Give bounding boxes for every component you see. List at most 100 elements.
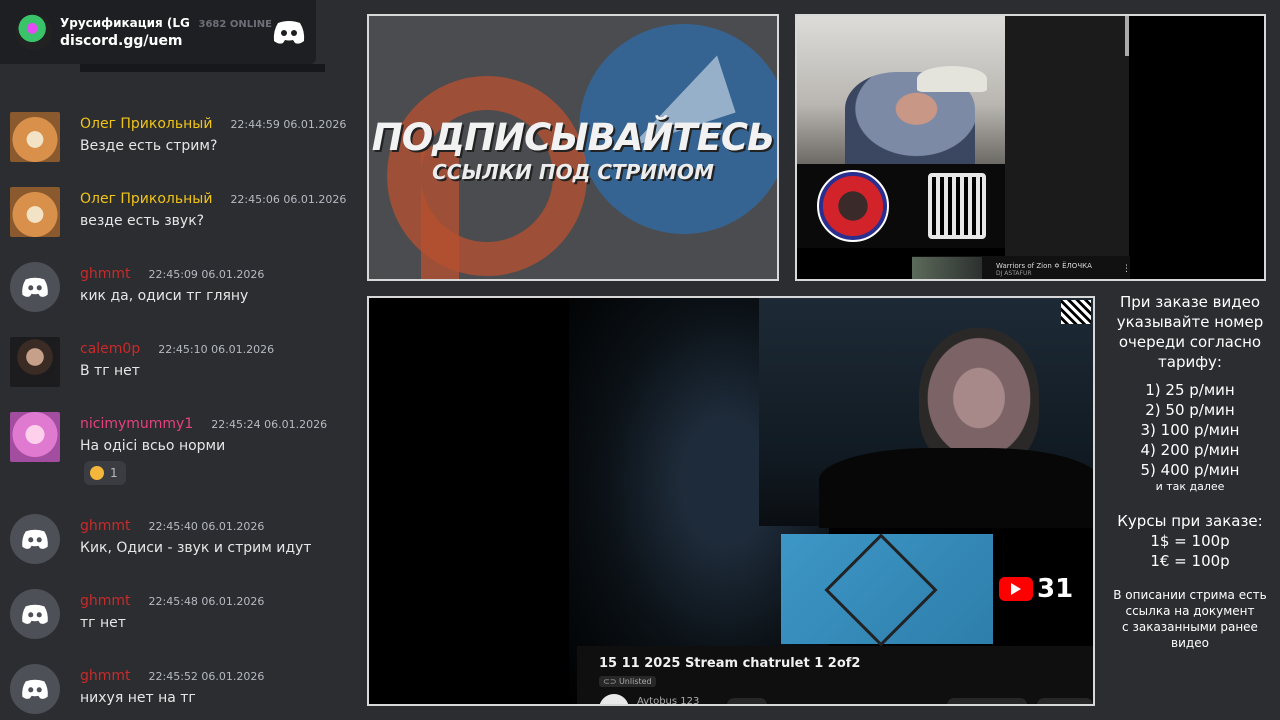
rate-item: 1€ = 100р bbox=[1150, 552, 1230, 570]
like-button[interactable] bbox=[947, 698, 1027, 704]
message-text: нихуя нет на тг bbox=[80, 690, 196, 706]
channel-name[interactable]: Avtobus 123 bbox=[637, 696, 699, 704]
tariff-item: 1) 25 р/мин bbox=[1145, 381, 1235, 399]
username[interactable]: ghmmt bbox=[80, 518, 131, 534]
message-text: кик да, одиси тг гляну bbox=[80, 288, 249, 304]
streamer-body bbox=[819, 448, 1093, 528]
tariff-item: 2) 50 р/мин bbox=[1145, 401, 1235, 419]
doc-note-line: В описании стрима есть bbox=[1113, 588, 1267, 602]
timestamp: 22:45:48 06.01.2026 bbox=[148, 595, 265, 608]
user-avatar[interactable] bbox=[10, 514, 60, 564]
username[interactable]: ghmmt bbox=[80, 668, 131, 684]
widget-divider bbox=[80, 64, 325, 72]
user-avatar[interactable] bbox=[10, 262, 60, 312]
subscribe-title: ПОДПИСЫВАЙТЕСЬ bbox=[371, 116, 775, 159]
timestamp: 22:45:24 06.01.2026 bbox=[211, 418, 328, 431]
discord-server-widget[interactable]: Урусификация (LG... 3682 ONLINE discord.… bbox=[0, 0, 316, 64]
order-heading-line: тарифу: bbox=[1158, 353, 1222, 371]
tariff-item: 3) 100 р/мин bbox=[1140, 421, 1240, 439]
timestamp: 22:44:59 06.01.2026 bbox=[230, 118, 347, 131]
tariff-item: 5) 400 р/мин bbox=[1140, 461, 1240, 479]
dark-area bbox=[1005, 16, 1129, 279]
user-avatar[interactable] bbox=[10, 589, 60, 639]
username[interactable]: Олег Прикольный bbox=[80, 191, 212, 207]
streamer-cap bbox=[917, 66, 987, 92]
doc-note-line: ссылка на документ bbox=[1125, 604, 1255, 618]
username[interactable]: ghmmt bbox=[80, 593, 131, 609]
tariff-item: 4) 200 р/мин bbox=[1140, 441, 1240, 459]
rate-item: 1$ = 100р bbox=[1150, 532, 1230, 550]
user-avatar[interactable] bbox=[10, 664, 60, 714]
chat-log: Олег Прикольный 22:44:59 06.01.2026 Везд… bbox=[0, 108, 360, 720]
qr-code-icon[interactable] bbox=[927, 173, 986, 239]
invite-link[interactable]: discord.gg/uem bbox=[60, 33, 272, 49]
message-text: Кик, Одиси - звук и стрим идут bbox=[80, 540, 312, 556]
rates-heading: Курсы при заказе: bbox=[1117, 512, 1263, 530]
youtube-subscriber-card: 31 bbox=[993, 534, 1093, 644]
username[interactable]: calem0p bbox=[80, 341, 140, 357]
share-button[interactable] bbox=[1037, 698, 1093, 704]
link-icon: ⊂⊃ bbox=[603, 677, 619, 686]
youtube-count: 31 bbox=[1037, 574, 1074, 604]
video-title[interactable]: 15 11 2025 Stream chatrulet 1 2of2 bbox=[599, 656, 860, 671]
doc-note-line: с заказанными ранее bbox=[1122, 620, 1258, 634]
order-info: При заказе видео указывайте номер очеред… bbox=[1102, 292, 1278, 651]
message-text: тг нет bbox=[80, 615, 126, 631]
doc-note-line: видео bbox=[1171, 636, 1209, 650]
more-options-icon[interactable]: ⋮ bbox=[1122, 264, 1131, 274]
order-heading-line: При заказе видео bbox=[1119, 293, 1261, 311]
song-artist: DJ ASTAFUR bbox=[996, 269, 1032, 277]
user-avatar[interactable] bbox=[10, 187, 60, 237]
discord-avatar-icon bbox=[22, 604, 48, 624]
tariff-etc: и так далее bbox=[1155, 480, 1225, 493]
order-heading-line: очереди согласно bbox=[1118, 333, 1262, 351]
timestamp: 22:45:40 06.01.2026 bbox=[148, 520, 265, 533]
server-name: Урусификация (LG... bbox=[60, 15, 191, 30]
reaction-badge[interactable]: 1 bbox=[84, 461, 126, 485]
discord-logo-icon bbox=[273, 21, 305, 44]
unlisted-badge: ⊂⊃ Unlisted bbox=[599, 676, 656, 687]
username[interactable]: ghmmt bbox=[80, 266, 131, 282]
visibility-label: Unlisted bbox=[618, 677, 652, 686]
badge-row bbox=[797, 164, 1005, 248]
video-info-bar: 15 11 2025 Stream chatrulet 1 2of2 ⊂⊃ Un… bbox=[577, 646, 1093, 704]
music-player[interactable]: Warriors of Zion ✡ ЁЛОЧКА DJ ASTAFUR ⋮ bbox=[912, 256, 1131, 279]
message-text: Везде есть стрим? bbox=[80, 138, 218, 154]
subscribe-button[interactable] bbox=[727, 698, 767, 704]
music-thumbnail bbox=[912, 257, 982, 279]
server-icon bbox=[16, 14, 52, 50]
webcam-panel: Warriors of Zion ✡ ЁЛОЧКА DJ ASTAFUR ⋮ bbox=[795, 14, 1266, 281]
user-avatar[interactable] bbox=[10, 337, 60, 387]
subscribe-subtitle: ССЫЛКИ ПОД СТРИМОМ bbox=[432, 160, 714, 184]
emoji-icon bbox=[90, 466, 104, 480]
streamer-face bbox=[919, 328, 1039, 468]
user-avatar[interactable] bbox=[10, 112, 60, 162]
discord-avatar-icon bbox=[22, 277, 48, 297]
discord-avatar-icon bbox=[22, 679, 48, 699]
message-text: везде есть звук? bbox=[80, 213, 205, 229]
server-info: Урусификация (LG... 3682 ONLINE discord.… bbox=[60, 16, 272, 49]
subscribe-banner: ПОДПИСЫВАЙТЕСЬ ССЫЛКИ ПОД СТРИМОМ bbox=[367, 14, 779, 281]
emblem-logo-icon bbox=[816, 170, 889, 242]
timestamp: 22:45:06 06.01.2026 bbox=[230, 193, 347, 206]
order-heading-line: указывайте номер bbox=[1116, 313, 1264, 331]
channel-avatar[interactable] bbox=[599, 694, 629, 704]
qr-code-icon[interactable] bbox=[1061, 300, 1091, 324]
timestamp: 22:45:10 06.01.2026 bbox=[158, 343, 275, 356]
username[interactable]: Олег Прикольный bbox=[80, 116, 212, 132]
workbench-feed bbox=[781, 533, 993, 647]
scrollbar[interactable] bbox=[1125, 16, 1129, 56]
user-avatar[interactable] bbox=[10, 412, 60, 462]
message-text: В тг нет bbox=[80, 363, 140, 379]
song-title: Warriors of Zion ✡ ЁЛОЧКА bbox=[996, 261, 1092, 270]
youtube-logo-icon bbox=[999, 577, 1033, 601]
webcam-feed bbox=[759, 298, 1093, 528]
timestamp: 22:45:52 06.01.2026 bbox=[148, 670, 265, 683]
online-count: 3682 ONLINE bbox=[198, 18, 272, 30]
discord-avatar-icon bbox=[22, 529, 48, 549]
drone-frame bbox=[824, 533, 938, 647]
reaction-count: 1 bbox=[110, 466, 118, 480]
timestamp: 22:45:09 06.01.2026 bbox=[148, 268, 265, 281]
main-video-panel[interactable]: 31 15 11 2025 Stream chatrulet 1 2of2 ⊂⊃… bbox=[367, 296, 1095, 706]
username[interactable]: nicimymummy1 bbox=[80, 416, 193, 432]
